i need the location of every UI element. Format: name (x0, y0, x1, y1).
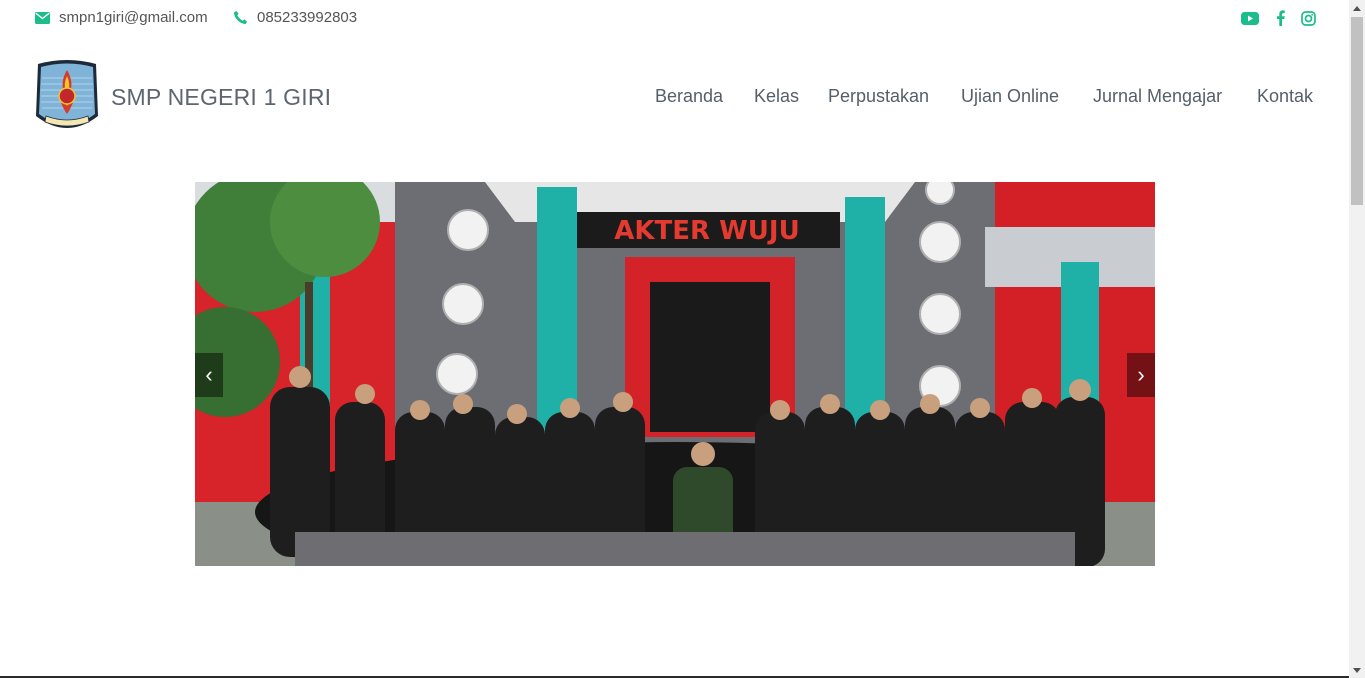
facebook-icon (1276, 10, 1285, 26)
email-text: smpn1giri@gmail.com (59, 9, 208, 26)
youtube-link[interactable] (1240, 9, 1260, 27)
vertical-scrollbar[interactable] (1349, 0, 1365, 678)
carousel-slide-image: AKTER WUJU (195, 182, 1155, 566)
page: smpn1giri@gmail.com 085233992803 SMP NEG… (0, 0, 1349, 678)
instagram-link[interactable] (1298, 9, 1318, 27)
scroll-down-arrow[interactable] (1349, 662, 1365, 678)
school-logo[interactable] (34, 58, 100, 136)
nav-kelas[interactable]: Kelas (754, 86, 799, 107)
phone-text: 085233992803 (257, 9, 358, 26)
envelope-icon (35, 11, 50, 24)
carousel-next-button[interactable]: › (1127, 353, 1155, 397)
site-header: SMP NEGERI 1 GIRI Beranda Kelas Perpusta… (0, 50, 1349, 146)
top-bar: smpn1giri@gmail.com 085233992803 (0, 0, 1349, 36)
scrollbar-thumb[interactable] (1351, 17, 1363, 205)
youtube-icon (1241, 11, 1259, 25)
nav-beranda[interactable]: Beranda (655, 86, 723, 107)
phone-contact[interactable]: 085233992803 (233, 9, 357, 26)
site-brand[interactable]: SMP NEGERI 1 GIRI (111, 84, 331, 111)
image-carousel[interactable]: AKTER WUJU ‹ › (195, 182, 1155, 566)
nav-kontak[interactable]: Kontak (1257, 86, 1313, 107)
instagram-icon (1300, 10, 1316, 26)
building-sign-text: AKTER WUJU (614, 216, 799, 246)
nav-perpustakan[interactable]: Perpustakan (828, 86, 929, 107)
scroll-up-arrow[interactable] (1349, 0, 1365, 16)
email-contact[interactable]: smpn1giri@gmail.com (35, 9, 208, 26)
phone-icon (233, 10, 248, 25)
carousel-prev-button[interactable]: ‹ (195, 353, 223, 397)
facebook-link[interactable] (1270, 9, 1290, 27)
nav-jurnal-mengajar[interactable]: Jurnal Mengajar (1093, 86, 1222, 107)
nav-ujian-online[interactable]: Ujian Online (961, 86, 1059, 107)
